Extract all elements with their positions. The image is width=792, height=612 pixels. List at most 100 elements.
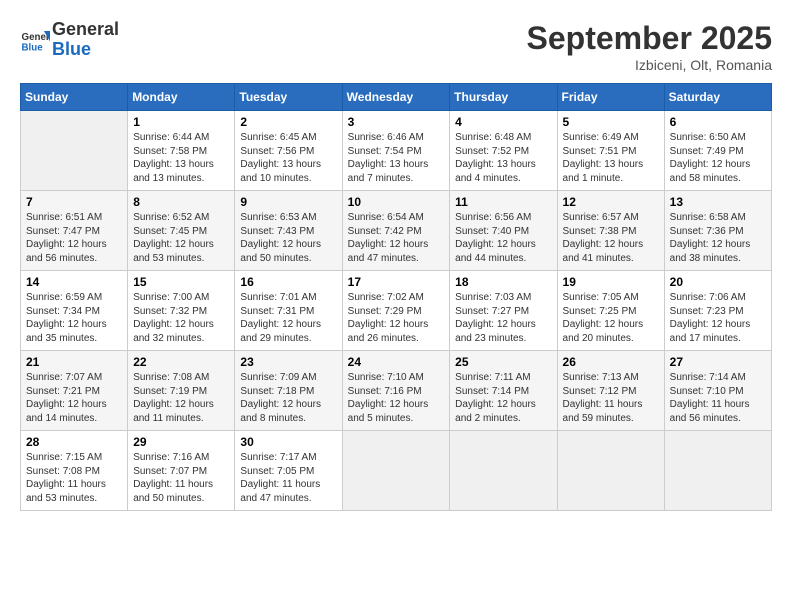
day-info: Sunrise: 7:11 AM Sunset: 7:14 PM Dayligh…: [455, 371, 551, 425]
calendar-cell: 26Sunrise: 7:13 AM Sunset: 7:12 PM Dayli…: [557, 351, 664, 431]
day-info: Sunrise: 6:50 AM Sunset: 7:49 PM Dayligh…: [670, 131, 766, 185]
svg-text:Blue: Blue: [22, 42, 44, 53]
logo: General Blue General Blue: [20, 20, 119, 60]
calendar-cell: 30 Sunrise: 7:17 AM Sunset: 7:05 PM Dayli…: [235, 431, 342, 511]
day-info: Sunrise: 7:07 AM Sunset: 7:21 PM Dayligh…: [26, 371, 122, 425]
day-number: 28: [26, 435, 122, 449]
calendar-cell: 16Sunrise: 7:01 AM Sunset: 7:31 PM Dayli…: [235, 271, 342, 351]
calendar-cell: 13Sunrise: 6:58 AM Sunset: 7:36 PM Dayli…: [664, 191, 771, 271]
calendar-cell: 19 Sunrise: 7:05 AM Sunset: 7:25 PM Dayli…: [557, 271, 664, 351]
day-number: 13: [670, 195, 766, 209]
calendar-body: 1 Sunrise: 6:44 AM Sunset: 7:58 PM Daylig…: [21, 111, 772, 511]
day-number: 30: [240, 435, 336, 449]
day-info: Sunrise: 7:03 AM Sunset: 7:27 PM Dayligh…: [455, 291, 551, 345]
calendar-header-row: SundayMondayTuesdayWednesdayThursdayFrid…: [21, 84, 772, 111]
week-row-1: 7Sunrise: 6:51 AM Sunset: 7:47 PM Daylig…: [21, 191, 772, 271]
logo-line2: Blue: [52, 40, 119, 60]
logo-line1: General: [52, 20, 119, 40]
calendar-cell: 18 Sunrise: 7:03 AM Sunset: 7:27 PM Dayli…: [450, 271, 557, 351]
calendar-cell: [21, 111, 128, 191]
calendar-cell: 24 Sunrise: 7:10 AM Sunset: 7:16 PM Dayli…: [342, 351, 450, 431]
day-number: 12: [563, 195, 659, 209]
calendar-cell: 22 Sunrise: 7:08 AM Sunset: 7:19 PM Dayli…: [128, 351, 235, 431]
day-number: 3: [348, 115, 445, 129]
day-number: 19: [563, 275, 659, 289]
day-number: 16: [240, 275, 336, 289]
day-header-saturday: Saturday: [664, 84, 771, 111]
day-number: 8: [133, 195, 229, 209]
calendar-cell: 7Sunrise: 6:51 AM Sunset: 7:47 PM Daylig…: [21, 191, 128, 271]
day-info: Sunrise: 7:08 AM Sunset: 7:19 PM Dayligh…: [133, 371, 229, 425]
calendar-cell: 6Sunrise: 6:50 AM Sunset: 7:49 PM Daylig…: [664, 111, 771, 191]
calendar-cell: 15Sunrise: 7:00 AM Sunset: 7:32 PM Dayli…: [128, 271, 235, 351]
day-number: 22: [133, 355, 229, 369]
day-info: Sunrise: 7:02 AM Sunset: 7:29 PM Dayligh…: [348, 291, 445, 345]
day-number: 17: [348, 275, 445, 289]
calendar-cell: 29 Sunrise: 7:16 AM Sunset: 7:07 PM Dayli…: [128, 431, 235, 511]
day-info: Sunrise: 6:49 AM Sunset: 7:51 PM Dayligh…: [563, 131, 659, 185]
calendar-table: SundayMondayTuesdayWednesdayThursdayFrid…: [20, 83, 772, 511]
calendar-cell: 28 Sunrise: 7:15 AM Sunset: 7:08 PM Dayli…: [21, 431, 128, 511]
calendar-cell: 3 Sunrise: 6:46 AM Sunset: 7:54 PM Daylig…: [342, 111, 450, 191]
day-header-friday: Friday: [557, 84, 664, 111]
day-info: Sunrise: 6:46 AM Sunset: 7:54 PM Dayligh…: [348, 131, 445, 185]
day-info: Sunrise: 6:48 AM Sunset: 7:52 PM Dayligh…: [455, 131, 551, 185]
day-number: 5: [563, 115, 659, 129]
day-number: 1: [133, 115, 229, 129]
day-info: Sunrise: 6:51 AM Sunset: 7:47 PM Dayligh…: [26, 211, 122, 265]
calendar-cell: [664, 431, 771, 511]
calendar-cell: 5 Sunrise: 6:49 AM Sunset: 7:51 PM Daylig…: [557, 111, 664, 191]
day-info: Sunrise: 7:16 AM Sunset: 7:07 PM Dayligh…: [133, 451, 229, 505]
calendar-cell: 25 Sunrise: 7:11 AM Sunset: 7:14 PM Dayli…: [450, 351, 557, 431]
day-header-thursday: Thursday: [450, 84, 557, 111]
day-info: Sunrise: 6:57 AM Sunset: 7:38 PM Dayligh…: [563, 211, 659, 265]
page-header: General Blue General Blue September 2025…: [20, 20, 772, 73]
day-number: 25: [455, 355, 551, 369]
calendar-cell: [342, 431, 450, 511]
day-number: 27: [670, 355, 766, 369]
calendar-cell: 1 Sunrise: 6:44 AM Sunset: 7:58 PM Daylig…: [128, 111, 235, 191]
day-number: 4: [455, 115, 551, 129]
day-number: 10: [348, 195, 445, 209]
calendar-cell: 2Sunrise: 6:45 AM Sunset: 7:56 PM Daylig…: [235, 111, 342, 191]
day-info: Sunrise: 6:59 AM Sunset: 7:34 PM Dayligh…: [26, 291, 122, 345]
calendar-cell: 27Sunrise: 7:14 AM Sunset: 7:10 PM Dayli…: [664, 351, 771, 431]
day-number: 29: [133, 435, 229, 449]
day-info: Sunrise: 6:44 AM Sunset: 7:58 PM Dayligh…: [133, 131, 229, 185]
day-header-monday: Monday: [128, 84, 235, 111]
day-info: Sunrise: 7:06 AM Sunset: 7:23 PM Dayligh…: [670, 291, 766, 345]
month-title: September 2025: [527, 20, 772, 57]
day-number: 11: [455, 195, 551, 209]
day-info: Sunrise: 7:10 AM Sunset: 7:16 PM Dayligh…: [348, 371, 445, 425]
day-number: 20: [670, 275, 766, 289]
calendar-cell: 17 Sunrise: 7:02 AM Sunset: 7:29 PM Dayli…: [342, 271, 450, 351]
week-row-0: 1 Sunrise: 6:44 AM Sunset: 7:58 PM Daylig…: [21, 111, 772, 191]
day-info: Sunrise: 6:54 AM Sunset: 7:42 PM Dayligh…: [348, 211, 445, 265]
calendar-cell: 10 Sunrise: 6:54 AM Sunset: 7:42 PM Dayli…: [342, 191, 450, 271]
calendar-cell: [450, 431, 557, 511]
day-header-tuesday: Tuesday: [235, 84, 342, 111]
calendar-cell: 4 Sunrise: 6:48 AM Sunset: 7:52 PM Daylig…: [450, 111, 557, 191]
day-number: 24: [348, 355, 445, 369]
day-number: 21: [26, 355, 122, 369]
logo-icon: General Blue: [20, 25, 50, 55]
calendar-cell: 21 Sunrise: 7:07 AM Sunset: 7:21 PM Dayli…: [21, 351, 128, 431]
week-row-3: 21 Sunrise: 7:07 AM Sunset: 7:21 PM Dayli…: [21, 351, 772, 431]
day-number: 2: [240, 115, 336, 129]
location: Izbiceni, Olt, Romania: [527, 57, 772, 73]
day-number: 23: [240, 355, 336, 369]
day-info: Sunrise: 6:52 AM Sunset: 7:45 PM Dayligh…: [133, 211, 229, 265]
calendar-cell: 20 Sunrise: 7:06 AM Sunset: 7:23 PM Dayli…: [664, 271, 771, 351]
day-info: Sunrise: 7:09 AM Sunset: 7:18 PM Dayligh…: [240, 371, 336, 425]
day-info: Sunrise: 7:17 AM Sunset: 7:05 PM Dayligh…: [240, 451, 336, 505]
calendar-cell: [557, 431, 664, 511]
week-row-4: 28 Sunrise: 7:15 AM Sunset: 7:08 PM Dayli…: [21, 431, 772, 511]
day-number: 15: [133, 275, 229, 289]
day-number: 18: [455, 275, 551, 289]
day-header-wednesday: Wednesday: [342, 84, 450, 111]
calendar-cell: 8 Sunrise: 6:52 AM Sunset: 7:45 PM Daylig…: [128, 191, 235, 271]
calendar-cell: 23 Sunrise: 7:09 AM Sunset: 7:18 PM Dayli…: [235, 351, 342, 431]
calendar-cell: 12 Sunrise: 6:57 AM Sunset: 7:38 PM Dayli…: [557, 191, 664, 271]
day-info: Sunrise: 7:15 AM Sunset: 7:08 PM Dayligh…: [26, 451, 122, 505]
day-info: Sunrise: 7:05 AM Sunset: 7:25 PM Dayligh…: [563, 291, 659, 345]
